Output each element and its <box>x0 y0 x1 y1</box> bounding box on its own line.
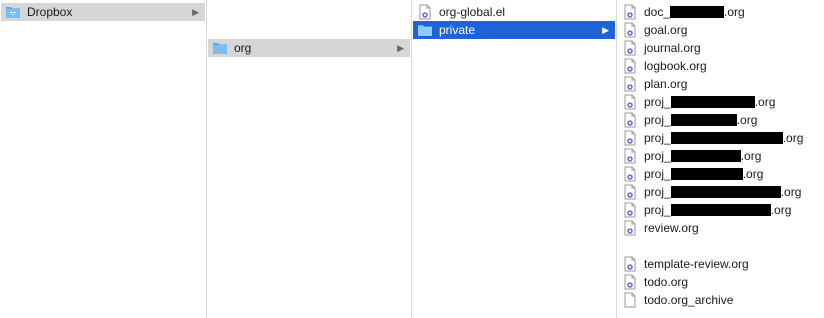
redaction-bar <box>670 167 743 180</box>
folder-icon <box>213 43 227 54</box>
list-item-label: proj_ .org <box>644 131 804 145</box>
org-file-icon <box>624 274 636 290</box>
redaction-bar <box>670 149 741 162</box>
list-item-org[interactable]: org ▶ <box>208 39 410 57</box>
redaction-bar <box>670 185 781 198</box>
list-item-proj[interactable]: proj_ .org <box>618 129 823 147</box>
chevron-right-icon: ▶ <box>602 25 609 35</box>
list-item-label: Dropbox <box>27 5 73 19</box>
org-file-icon <box>624 130 636 146</box>
list-item-review[interactable]: review.org <box>618 219 823 237</box>
blank-file-icon <box>624 292 636 308</box>
list-item-doc[interactable]: doc_ .org <box>618 3 823 21</box>
org-file-icon <box>624 112 636 128</box>
list-item-proj[interactable]: proj_ .org <box>618 147 823 165</box>
chevron-right-icon: ▶ <box>192 7 199 17</box>
list-item-label: review.org <box>644 221 699 235</box>
org-file-icon <box>419 4 431 20</box>
list-item-label: org-global.el <box>439 5 506 19</box>
list-item-proj[interactable]: proj_ .org <box>618 93 823 111</box>
list-item-proj[interactable]: proj_ .org <box>618 201 823 219</box>
column-2[interactable]: org ▶ <box>207 0 412 318</box>
folder-icon <box>418 25 432 36</box>
column-4[interactable]: doc_ .org goal.org journal.org logbook.or… <box>617 0 824 318</box>
org-file-icon <box>624 94 636 110</box>
redaction-bar <box>670 131 783 144</box>
list-item-goal[interactable]: goal.org <box>618 21 823 39</box>
list-item-journal[interactable]: journal.org <box>618 39 823 57</box>
redaction-bar <box>670 95 755 108</box>
org-file-icon <box>624 58 636 74</box>
list-item-label: doc_ .org <box>644 5 745 19</box>
org-file-icon <box>624 184 636 200</box>
column-3[interactable]: org-global.el private ▶ <box>412 0 617 318</box>
list-item-label: proj_ .org <box>644 167 764 181</box>
org-file-icon <box>624 166 636 182</box>
list-item-private[interactable]: private ▶ <box>413 21 615 39</box>
list-item-label: todo.org <box>644 275 689 289</box>
org-file-icon <box>624 148 636 164</box>
org-file-icon <box>624 256 636 272</box>
list-item-label: plan.org <box>644 77 688 91</box>
list-item-proj[interactable]: proj_ .org <box>618 165 823 183</box>
list-item-label: proj_ .org <box>644 149 762 163</box>
list-item-proj[interactable]: proj_ .org <box>618 111 823 129</box>
list-item-todo[interactable]: todo.org <box>618 273 823 291</box>
list-item-template-review[interactable]: template-review.org <box>618 255 823 273</box>
list-item-label: todo.org_archive <box>644 293 734 307</box>
list-item-label: proj_ .org <box>644 185 802 199</box>
list-item-label: template-review.org <box>644 257 749 271</box>
list-item-label: private <box>439 23 476 37</box>
column-browser: Dropbox ▶ org ▶ org-global.el private ▶ … <box>0 0 824 318</box>
list-item-label: proj_ .org <box>644 203 792 217</box>
list-item-org-global[interactable]: org-global.el <box>413 3 615 21</box>
list-item-label: logbook.org <box>644 59 707 73</box>
org-file-icon <box>624 4 636 20</box>
redaction-bar <box>670 5 725 18</box>
org-file-icon <box>624 202 636 218</box>
list-item-dropbox[interactable]: Dropbox ▶ <box>1 3 205 21</box>
redaction-bar <box>670 113 737 126</box>
list-item-label: org <box>234 41 252 55</box>
list-item-todo-archive[interactable]: todo.org_archive <box>618 291 823 309</box>
org-file-icon <box>624 220 636 236</box>
org-file-icon <box>624 22 636 38</box>
column-1[interactable]: Dropbox ▶ <box>0 0 207 318</box>
list-item-label: proj_ .org <box>644 113 758 127</box>
org-file-icon <box>624 76 636 92</box>
list-item-label: proj_ .org <box>644 95 776 109</box>
list-item-label: goal.org <box>644 23 688 37</box>
org-file-icon <box>624 40 636 56</box>
chevron-right-icon: ▶ <box>397 43 404 53</box>
list-item-logbook[interactable]: logbook.org <box>618 57 823 75</box>
list-item-plan[interactable]: plan.org <box>618 75 823 93</box>
list-item-proj[interactable]: proj_ .org <box>618 183 823 201</box>
redaction-bar <box>670 203 771 216</box>
list-item-label: journal.org <box>644 41 701 55</box>
dropbox-folder-icon <box>6 7 20 18</box>
